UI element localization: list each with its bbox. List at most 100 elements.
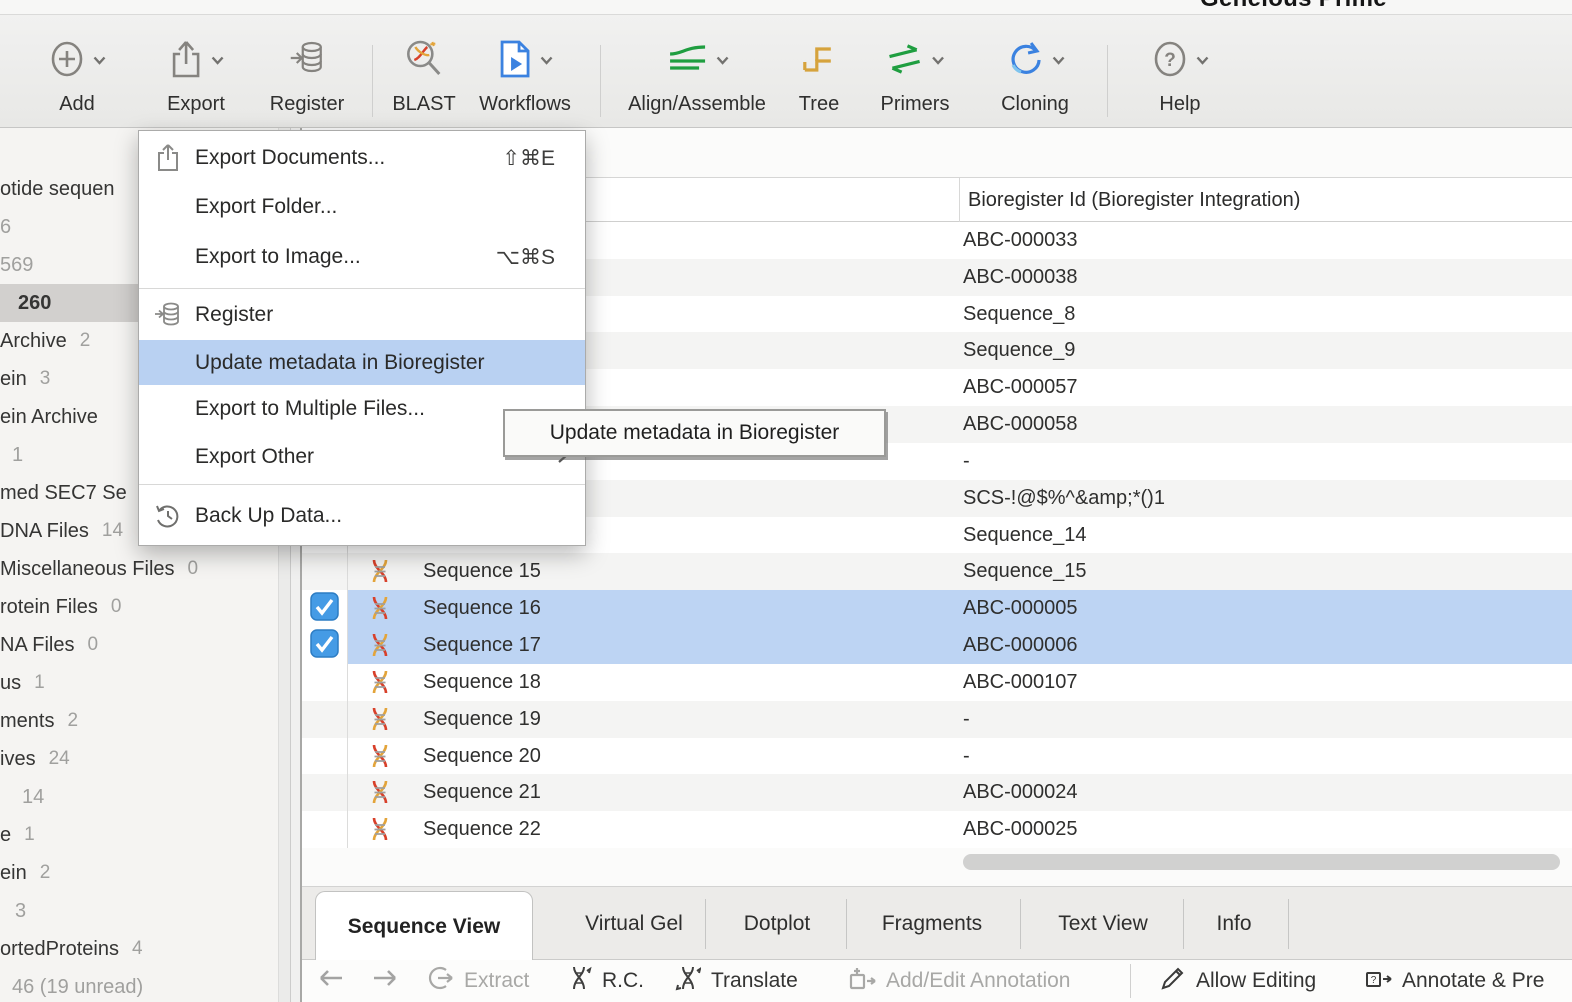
question-circle-icon: ? [1151,40,1189,83]
table-row-selected[interactable]: Sequence 17 ABC-000006 [302,627,1572,664]
dna-translate-icon [675,965,702,997]
export-button[interactable]: Export [167,33,225,116]
table-row[interactable]: Sequence 18 ABC-000107 [302,663,1572,701]
tooltip-update-metadata: Update metadata in Bioregister [503,409,886,457]
toolbar-separator [600,45,601,117]
toolbar-separator [1130,964,1131,998]
tab-sequence-view-selected[interactable]: Sequence View [315,891,533,962]
sidebar-item[interactable]: us 1 [0,664,278,702]
allow-editing-button[interactable]: Allow Editing [1160,960,1316,1002]
row-checkbox-cell[interactable] [302,700,348,738]
dna-sequence-icon [368,595,392,622]
tab-text-view[interactable]: Text View [1058,887,1148,961]
align-lines-icon [665,42,709,81]
dna-rotate-icon [566,965,592,997]
row-checkbox-cell[interactable] [302,663,348,701]
sequence-view-toolbar: Extract R.C. Translate Add/Edit Annotati… [302,960,1572,1002]
tab-dotplot[interactable]: Dotplot [744,887,811,961]
back-arrow-icon [318,969,344,993]
align-assemble-button[interactable]: Align/Assemble [628,33,766,116]
geneious-prime-window: Geneious Prime Add Export [0,0,1572,1002]
menu-item-export-to-image[interactable]: Export to Image... ⌥⌘S [139,231,585,283]
horizontal-scrollbar-thumb[interactable] [963,854,1560,870]
row-checkbox-cell[interactable] [302,590,348,628]
checkbox-checked-icon[interactable] [310,591,339,626]
cloning-button[interactable]: Cloning [1001,33,1069,116]
dna-sequence-icon [368,816,392,843]
menu-item-export-documents[interactable]: Export Documents... ⇧⌘E [139,133,585,183]
menu-item-register[interactable]: Register [139,291,585,339]
menu-item-export-folder[interactable]: Export Folder... [139,183,585,231]
table-row[interactable]: Sequence 20 - [302,737,1572,775]
help-button[interactable]: ? Help [1151,33,1209,116]
dna-sequence-icon [368,669,392,696]
tab-divider [1288,899,1289,949]
table-row[interactable]: Sequence 22 ABC-000025 [302,811,1572,849]
sidebar-item[interactable]: NA Files 0 [0,626,278,664]
back-button[interactable] [318,960,344,1002]
extract-button[interactable]: Extract [428,960,529,1002]
table-row[interactable]: Sequence 19 - [302,700,1572,738]
primers-button[interactable]: Primers [881,33,949,116]
horizontal-scrollbar[interactable] [302,848,1572,886]
row-checkbox-cell[interactable] [302,774,348,812]
chevron-down-icon [211,52,224,70]
sidebar-item[interactable]: ein 2 [0,854,278,892]
history-clock-icon [153,502,183,530]
toolbar-separator [372,45,373,117]
chevron-down-icon [93,52,106,70]
register-button[interactable]: Register [270,33,344,116]
circular-arrow-icon [1005,39,1045,84]
column-header-bioregister-id[interactable]: Bioregister Id (Bioregister Integration) [968,178,1300,222]
sidebar-item[interactable]: ives 24 [0,740,278,778]
chevron-down-icon [1196,52,1209,70]
add-edit-annotation-button[interactable]: Add/Edit Annotation [848,960,1070,1002]
sidebar-item[interactable]: ortedProteins 4 [0,930,278,968]
table-row-selected[interactable]: Sequence 16 ABC-000005 [302,590,1572,628]
table-row[interactable]: Sequence 21 ABC-000024 [302,774,1572,812]
translate-button[interactable]: Translate [675,960,798,1002]
table-row[interactable]: Sequence 15 Sequence_15 [302,553,1572,591]
checkbox-checked-icon[interactable] [310,628,339,663]
row-checkbox-cell[interactable] [302,811,348,849]
row-checkbox-cell[interactable] [302,737,348,775]
tab-virtual-gel[interactable]: Virtual Gel [585,887,683,961]
tab-info[interactable]: Info [1216,887,1251,961]
add-button[interactable]: Add [48,33,106,116]
sidebar-item[interactable]: 46 (19 unread) [0,968,278,1002]
pencil-icon [1160,965,1186,997]
sidebar-item[interactable]: rotein Files 0 [0,588,278,626]
sidebar-item[interactable]: ments 2 [0,702,278,740]
menu-separator [139,484,585,485]
viewer-tab-bar: Virtual Gel Dotplot Fragments Text View … [302,886,1572,962]
row-checkbox-cell[interactable] [302,553,348,591]
column-divider[interactable] [959,178,960,222]
tree-button[interactable]: Tree [799,33,839,116]
row-checkbox-cell[interactable] [302,627,348,664]
forward-button[interactable] [372,960,398,1002]
export-menu: Export Documents... ⇧⌘E Export Folder...… [138,130,586,546]
sidebar-item[interactable]: 3 [0,892,278,930]
share-up-icon [153,143,183,173]
sidebar-item[interactable]: Miscellaneous Files 0 [0,550,278,588]
blast-button[interactable]: BLAST [392,33,456,116]
tab-fragments[interactable]: Fragments [882,887,982,961]
annotate-predict-button[interactable]: ? Annotate & Pre [1364,960,1544,1002]
toolbar-separator [1107,45,1108,117]
dna-sequence-icon [368,558,392,585]
reverse-complement-button[interactable]: R.C. [566,960,644,1002]
workflows-button[interactable]: Workflows [479,33,571,116]
window-title: Geneious Prime [1200,0,1387,13]
share-up-icon [168,39,204,84]
tab-divider [1183,899,1184,949]
svg-text:?: ? [1164,50,1176,71]
sidebar-item[interactable]: 14 [0,778,278,816]
sidebar-item[interactable]: e1 [0,816,278,854]
menu-item-back-up-data[interactable]: Back Up Data... [139,488,585,543]
chevron-down-icon [932,52,945,70]
add-circle-icon [48,40,86,83]
tab-divider [846,899,847,949]
annotate-predict-icon: ? [1364,965,1392,997]
menu-item-update-metadata-bioregister[interactable]: Update metadata in Bioregister [139,340,585,385]
annotation-plus-icon [848,965,876,997]
